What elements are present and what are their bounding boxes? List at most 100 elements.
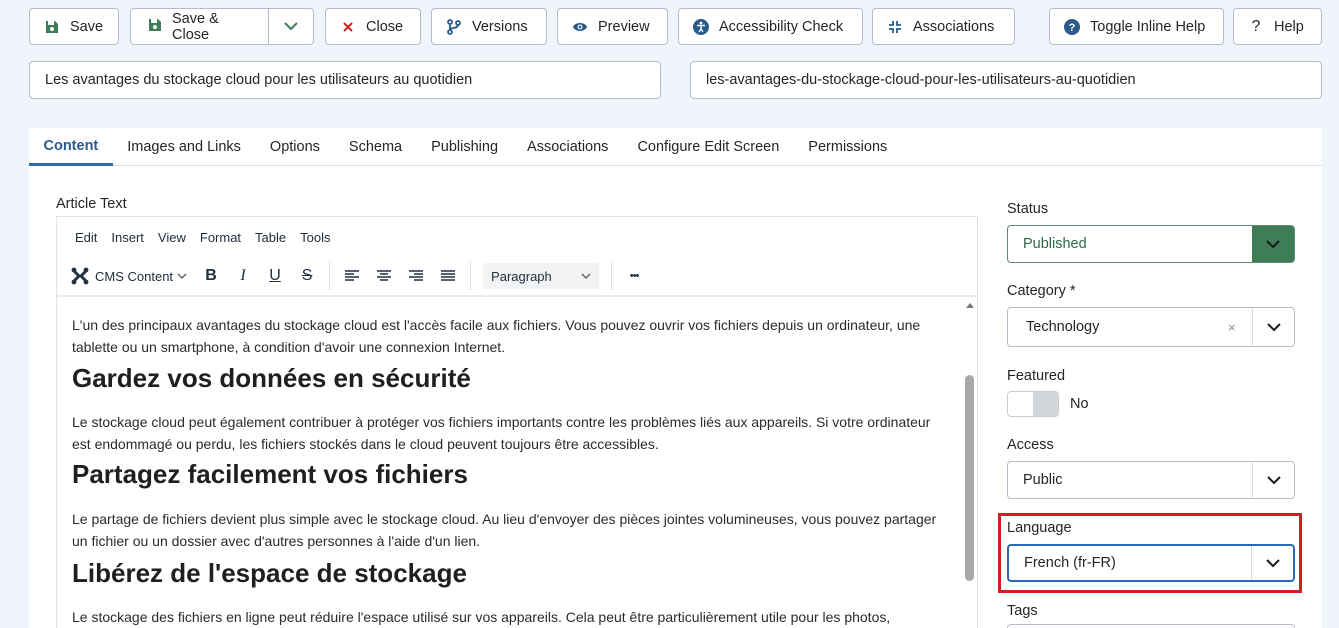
title-input[interactable]: Les avantages du stockage cloud pour les… bbox=[29, 61, 661, 99]
save-close-button[interactable]: Save & Close bbox=[131, 9, 269, 44]
status-value: Published bbox=[1023, 236, 1087, 252]
accessibility-check-button[interactable]: Accessibility Check bbox=[678, 8, 863, 45]
tab-permissions[interactable]: Permissions bbox=[794, 128, 902, 166]
block-format-value: Paragraph bbox=[491, 268, 552, 284]
scroll-up-arrow[interactable] bbox=[966, 303, 974, 308]
underline-button[interactable]: U bbox=[259, 261, 291, 291]
underline-icon: U bbox=[269, 267, 281, 284]
toolbar-separator bbox=[611, 261, 613, 291]
joomla-icon bbox=[71, 267, 89, 285]
preview-button[interactable]: Preview bbox=[557, 8, 668, 45]
featured-toggle[interactable] bbox=[1007, 391, 1059, 417]
toggle-inline-help-button[interactable]: ? Toggle Inline Help bbox=[1049, 8, 1224, 45]
access-label: Access bbox=[1007, 437, 1054, 453]
tab-options[interactable]: Options bbox=[255, 128, 334, 166]
toolbar: Save Save & Close Close Versions Preview bbox=[0, 0, 1339, 52]
chevron-down-icon bbox=[284, 22, 298, 31]
menu-tools[interactable]: Tools bbox=[293, 227, 337, 249]
chevron-down-icon bbox=[177, 273, 187, 279]
language-label: Language bbox=[1007, 520, 1072, 536]
question-circle-icon: ? bbox=[1064, 18, 1080, 35]
tab-publishing[interactable]: Publishing bbox=[417, 128, 513, 166]
tab-bar: Content Images and Links Options Schema … bbox=[29, 128, 1322, 166]
save-label: Save bbox=[70, 18, 104, 35]
cms-content-label: CMS Content bbox=[95, 268, 174, 284]
editor-menubar: Edit Insert View Format Table Tools bbox=[57, 227, 337, 249]
justify-button[interactable] bbox=[432, 261, 464, 291]
chevron-down-icon bbox=[1251, 546, 1293, 580]
align-left-button[interactable] bbox=[336, 261, 368, 291]
save-close-split: Save & Close bbox=[130, 8, 314, 45]
align-justify-icon bbox=[441, 270, 456, 281]
editor-toolbar: CMS Content B I U S Paragraph ••• bbox=[57, 259, 977, 293]
align-right-icon bbox=[409, 270, 424, 281]
heading: Libérez de l'espace de stockage bbox=[72, 558, 467, 588]
bold-icon: B bbox=[205, 267, 217, 284]
bold-button[interactable]: B bbox=[195, 261, 227, 291]
associations-button[interactable]: Associations bbox=[872, 8, 1015, 45]
article-text-label: Article Text bbox=[56, 196, 127, 212]
scroll-thumb[interactable] bbox=[965, 375, 974, 581]
menu-insert[interactable]: Insert bbox=[104, 227, 151, 249]
help-label: Help bbox=[1274, 18, 1304, 35]
cms-content-dropdown[interactable]: CMS Content bbox=[57, 261, 195, 291]
toggle-knob bbox=[1033, 392, 1058, 416]
paragraph: Le stockage cloud peut également contrib… bbox=[72, 414, 931, 452]
tab-images-and-links[interactable]: Images and Links bbox=[113, 128, 256, 166]
branch-icon bbox=[446, 18, 462, 35]
save-button[interactable]: Save bbox=[29, 8, 119, 45]
chevron-down-icon bbox=[1252, 462, 1294, 498]
category-select[interactable]: Technology × bbox=[1007, 307, 1295, 347]
associations-label: Associations bbox=[913, 18, 995, 35]
save-icon bbox=[148, 18, 162, 36]
chevron-down-icon bbox=[1252, 226, 1294, 262]
category-value: Technology bbox=[1026, 319, 1100, 335]
block-format-select[interactable]: Paragraph bbox=[483, 263, 600, 289]
menu-view[interactable]: View bbox=[151, 227, 193, 249]
menu-edit[interactable]: Edit bbox=[68, 227, 104, 249]
chevron-down-icon bbox=[581, 273, 591, 279]
featured-label: Featured bbox=[1007, 368, 1066, 384]
tags-input[interactable] bbox=[1007, 624, 1295, 628]
align-right-button[interactable] bbox=[400, 261, 432, 291]
status-label: Status bbox=[1007, 201, 1049, 217]
align-center-button[interactable] bbox=[368, 261, 400, 291]
italic-button[interactable]: I bbox=[227, 261, 259, 291]
save-icon bbox=[44, 19, 60, 35]
toolbar-shadow bbox=[57, 295, 977, 297]
alias-input[interactable]: les-avantages-du-stockage-cloud-pour-les… bbox=[690, 61, 1322, 99]
tab-content[interactable]: Content bbox=[29, 128, 113, 166]
versions-label: Versions bbox=[472, 18, 528, 35]
category-label: Category * bbox=[1007, 283, 1076, 299]
more-button[interactable]: ••• bbox=[618, 261, 650, 291]
paragraph: L'un des principaux avantages du stockag… bbox=[72, 317, 921, 355]
clear-icon[interactable]: × bbox=[1228, 320, 1252, 335]
save-options-dropdown[interactable] bbox=[269, 9, 313, 44]
strikethrough-button[interactable]: S bbox=[291, 261, 323, 291]
status-select[interactable]: Published bbox=[1007, 225, 1295, 263]
featured-value: No bbox=[1070, 396, 1089, 412]
heading: Gardez vos données en sécurité bbox=[72, 363, 471, 393]
accessibility-icon bbox=[693, 18, 709, 35]
toolbar-separator bbox=[329, 261, 331, 291]
tab-configure-edit-screen[interactable]: Configure Edit Screen bbox=[623, 128, 794, 166]
align-center-icon bbox=[377, 270, 392, 281]
tab-schema[interactable]: Schema bbox=[334, 128, 416, 166]
preview-label: Preview bbox=[598, 18, 650, 35]
paragraph: Le stockage des fichiers en ligne peut r… bbox=[72, 609, 891, 625]
access-select[interactable]: Public bbox=[1007, 461, 1295, 499]
language-select[interactable]: French (fr-FR) bbox=[1007, 544, 1295, 582]
accessibility-label: Accessibility Check bbox=[719, 18, 844, 35]
tab-associations[interactable]: Associations bbox=[513, 128, 623, 166]
toolbar-separator bbox=[470, 261, 472, 291]
editor-content[interactable]: L'un des principaux avantages du stockag… bbox=[57, 299, 961, 628]
inline-help-label: Toggle Inline Help bbox=[1090, 18, 1206, 35]
help-button[interactable]: ? Help bbox=[1233, 8, 1322, 45]
menu-format[interactable]: Format bbox=[193, 227, 248, 249]
menu-table[interactable]: Table bbox=[248, 227, 293, 249]
access-value: Public bbox=[1023, 472, 1063, 488]
question-icon: ? bbox=[1251, 17, 1261, 35]
editor-scrollbar[interactable] bbox=[963, 299, 977, 628]
close-button[interactable]: Close bbox=[325, 8, 421, 45]
versions-button[interactable]: Versions bbox=[431, 8, 547, 45]
